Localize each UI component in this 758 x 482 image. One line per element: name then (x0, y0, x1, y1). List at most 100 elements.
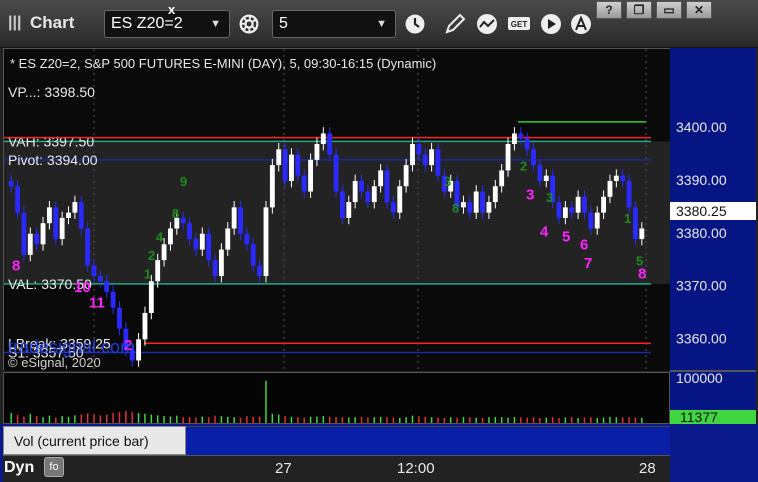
volume-bar (118, 411, 121, 423)
buy-count-label: 8 (172, 206, 179, 221)
volume-bar (246, 416, 248, 423)
volume-bar (570, 417, 573, 423)
symbol-input[interactable]: ES Z20=2 ▼ (104, 10, 230, 38)
study-icon[interactable] (472, 10, 502, 38)
axis-ticks: 3400.00 3390.00 3380.00 3370.00 3360.00 (676, 119, 727, 346)
title-bar[interactable]: ||| Chart ES Z20=2 ▼ 5 ▼ GET ? ❐ ▭ ✕ (0, 0, 758, 48)
volume-pane[interactable] (3, 372, 670, 424)
volume-bar (373, 417, 376, 423)
volume-bar (475, 417, 477, 423)
price-pane[interactable]: VAH: 3397.50 Pivot: 3394.00 VAL: 3370.50 LB… (3, 48, 671, 371)
volume-bar (214, 415, 216, 423)
candle-body (633, 207, 638, 240)
candle-body (378, 170, 384, 187)
study-tab-label: Vol (current price bar) (14, 433, 149, 449)
volume-bar (628, 417, 630, 423)
symbol-value: ES Z20=2 (111, 15, 183, 32)
site-watermark: tradesignal.com (8, 337, 135, 357)
get-icon[interactable]: GET (504, 10, 534, 38)
interval-input[interactable]: 5 ▼ (272, 10, 396, 38)
buy-count-label: 1 (144, 267, 151, 282)
volume-bar (55, 417, 57, 423)
time-tick-27: 27 (275, 460, 292, 477)
candle-body (620, 175, 626, 181)
volume-bar (277, 414, 280, 423)
candle-body (461, 202, 466, 208)
volume-bar (297, 417, 299, 423)
candle-body (416, 144, 422, 155)
volume-bar (379, 416, 382, 423)
candle-body (569, 207, 575, 213)
volume-bar (443, 418, 446, 423)
volume-bar (532, 417, 535, 423)
candle-body (410, 144, 415, 166)
candle-body (467, 202, 473, 213)
chevron-down-icon[interactable]: ▼ (210, 11, 221, 37)
price-chart[interactable]: VAH: 3397.50Pivot: 3394.00VAL: 3370.50LB… (4, 49, 671, 371)
candle-body (53, 207, 59, 240)
candle-body (607, 180, 613, 197)
candle-body (524, 138, 530, 150)
volume-bar (61, 416, 63, 423)
price-axis-svg: 3400.00 3390.00 3380.00 3370.00 3360.00 3380… (670, 119, 756, 425)
volume-bar (265, 380, 267, 423)
dynamic-label[interactable]: Dyn (4, 459, 34, 477)
volume-bar (176, 415, 178, 423)
chevron-down-icon[interactable]: ▼ (376, 11, 387, 37)
help-button[interactable]: ? (596, 1, 622, 19)
volume-bar (328, 416, 331, 423)
restore-button[interactable]: ❐ (626, 1, 652, 19)
buy-count-label: 3 (546, 190, 553, 205)
candle-body (244, 233, 250, 245)
volume-bar (641, 418, 643, 423)
time-axis[interactable] (3, 455, 670, 482)
candle-body (562, 207, 568, 218)
pencil-icon[interactable] (440, 10, 470, 38)
buy-count-label: 2 (148, 248, 155, 263)
candle-body (543, 175, 549, 181)
volume-axis-label: 100000 (676, 370, 723, 386)
formula-icon[interactable]: fo (44, 457, 64, 477)
volume-bar (539, 418, 541, 423)
candle-body (308, 159, 313, 192)
price-axis[interactable]: 3400.00 3390.00 3380.00 3370.00 3360.00 3380… (670, 48, 756, 425)
volume-bar (163, 416, 165, 423)
candle-body (91, 265, 97, 276)
volume-bar (500, 417, 503, 423)
svg-text:GET: GET (511, 20, 528, 29)
grip-icon[interactable]: ||| (8, 14, 21, 32)
candle-body (59, 217, 65, 240)
candle-body (314, 144, 320, 160)
candle-body (161, 244, 167, 261)
candle-body (505, 144, 511, 171)
gear-icon[interactable] (234, 10, 264, 38)
volume-bar (252, 416, 254, 423)
study-tab[interactable]: Vol (current price bar) (3, 426, 186, 455)
candle-body (225, 228, 231, 250)
volume-bar (201, 416, 204, 423)
sell-count-label: 11 (89, 295, 105, 312)
close-icon[interactable]: x (168, 2, 175, 17)
candle-body (601, 196, 607, 213)
candle-body (327, 133, 333, 155)
minimize-button[interactable]: ▭ (656, 1, 682, 19)
volume-chart[interactable] (4, 373, 671, 425)
candle-body (333, 154, 339, 192)
volume-bar (220, 416, 223, 423)
play-icon[interactable] (536, 10, 566, 38)
candle-body (276, 149, 282, 166)
volume-bar (10, 413, 12, 423)
candle-body (269, 165, 275, 208)
close-button[interactable]: ✕ (686, 1, 712, 19)
cursor-icon[interactable] (566, 10, 596, 38)
clock-icon[interactable] (400, 10, 430, 38)
volume-bar (99, 415, 102, 423)
buy-count-label: 5 (636, 253, 643, 268)
volume-bar (596, 418, 598, 423)
volume-bar (609, 416, 611, 423)
candle-body (422, 154, 428, 166)
candle-body (110, 291, 116, 308)
partial-label: VP...: 3398.50 (8, 84, 95, 100)
candle-body (8, 180, 14, 187)
volume-bar (144, 413, 146, 423)
